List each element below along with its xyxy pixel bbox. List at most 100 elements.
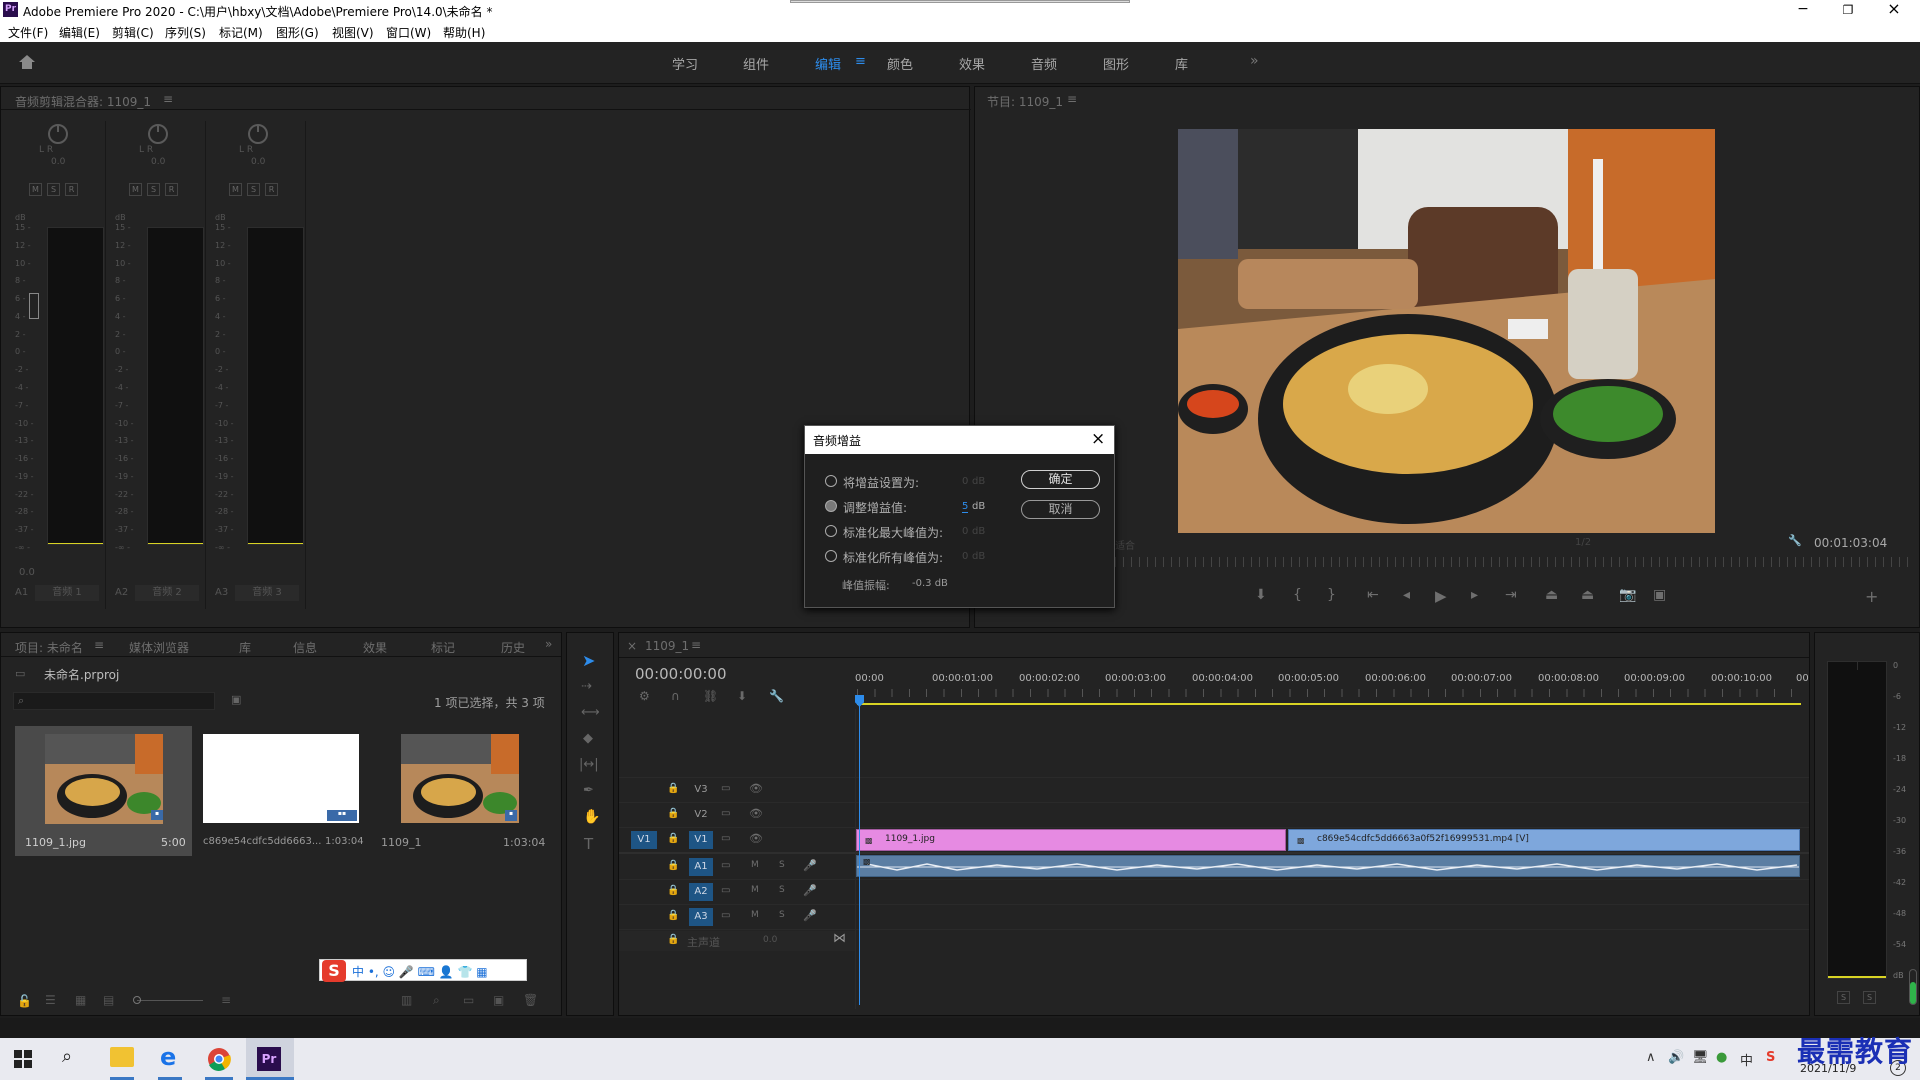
lock-icon[interactable]: 🔒 xyxy=(667,833,679,844)
menu-window[interactable]: 窗口(W) xyxy=(386,24,431,41)
type-tool-icon[interactable]: T xyxy=(584,835,593,853)
normalize-max-value[interactable]: 0 xyxy=(962,526,968,537)
meter-solo-left-button[interactable]: S xyxy=(1837,991,1850,1004)
tab-project[interactable]: 项目: 未命名 xyxy=(15,639,83,656)
search-icon[interactable]: ⌕ xyxy=(62,1046,72,1067)
track-label-a1[interactable]: A1 xyxy=(689,858,713,876)
restore-icon[interactable]: ❐ xyxy=(1840,0,1856,20)
menu-graphics[interactable]: 图形(G) xyxy=(276,24,319,41)
project-item-sequence[interactable]: ▪ 1109_1 1:03:04 xyxy=(375,726,552,856)
automate-icon[interactable]: ▥ xyxy=(401,993,412,1007)
more-tabs-icon[interactable]: » xyxy=(545,637,552,651)
premiere-taskbar-button[interactable]: Pr xyxy=(246,1038,294,1080)
project-menu-icon[interactable]: ≡ xyxy=(94,638,104,652)
pan-knob-icon[interactable] xyxy=(247,123,269,145)
minimize-icon[interactable]: − xyxy=(1795,0,1811,20)
linked-selection-icon[interactable]: ⛓ xyxy=(703,689,718,703)
radio-adjust-gain[interactable] xyxy=(825,500,837,512)
record-button[interactable]: R xyxy=(265,183,278,196)
step-forward-icon[interactable]: ▸ xyxy=(1471,587,1478,603)
compare-icon[interactable]: ▣ xyxy=(1653,587,1666,603)
eye-icon[interactable]: 👁 xyxy=(749,832,763,845)
cancel-button[interactable]: 取消 xyxy=(1021,500,1100,519)
pan-knob-icon[interactable] xyxy=(47,123,69,145)
selection-tool-icon[interactable]: ➤ xyxy=(582,651,595,670)
timeline-tab[interactable]: 1109_1 xyxy=(645,639,689,653)
project-item-mp4[interactable]: ▪▪ c869e54cdfc5dd6663... 1:03:04 xyxy=(195,726,372,856)
track-mute-button[interactable]: M xyxy=(751,910,759,920)
meter-scroll-handle[interactable] xyxy=(1909,969,1917,1005)
adjust-gain-value[interactable]: 5 xyxy=(962,501,969,513)
go-to-end-icon[interactable]: ⋈ xyxy=(833,931,846,946)
track-solo-button[interactable]: S xyxy=(779,885,785,895)
radio-normalize-all[interactable] xyxy=(825,550,837,562)
sync-lock-icon[interactable]: ▭ xyxy=(721,808,730,819)
write-protect-icon[interactable]: 🔓 xyxy=(17,994,32,1008)
hand-tool-icon[interactable]: ✋ xyxy=(583,809,600,825)
eye-icon[interactable]: 👁 xyxy=(749,782,763,795)
step-back-icon[interactable]: ◂ xyxy=(1403,587,1410,603)
track-select-tool-icon[interactable]: ⇢ xyxy=(581,679,592,694)
lock-icon[interactable]: 🔒 xyxy=(667,934,679,945)
meter-solo-right-button[interactable]: S xyxy=(1863,991,1876,1004)
file-explorer-icon[interactable] xyxy=(110,1047,134,1067)
source-patch-v1[interactable]: V1 xyxy=(631,831,657,849)
chrome-icon[interactable] xyxy=(207,1047,231,1071)
tab-markers[interactable]: 标记 xyxy=(431,639,455,656)
tab-info[interactable]: 信息 xyxy=(293,639,317,656)
ime-toolbar[interactable]: S 中 •, ☺ 🎤 ⌨ 👤 👕 ▦ xyxy=(319,959,527,982)
radio-normalize-max[interactable] xyxy=(825,525,837,537)
record-button[interactable]: R xyxy=(65,183,78,196)
workspace-graphics[interactable]: 图形 xyxy=(1103,54,1129,73)
workspace-audio[interactable]: 音频 xyxy=(1031,54,1057,73)
workspace-libraries[interactable]: 库 xyxy=(1175,54,1188,73)
mute-button[interactable]: M xyxy=(229,183,242,196)
add-marker-icon[interactable]: ⬇ xyxy=(737,689,747,703)
solo-button[interactable]: S xyxy=(247,183,260,196)
slip-tool-icon[interactable]: |↔| xyxy=(579,757,599,772)
menu-view[interactable]: 视图(V) xyxy=(332,24,374,41)
edge-icon[interactable]: e xyxy=(160,1043,176,1071)
menu-sequence[interactable]: 序列(S) xyxy=(165,24,206,41)
workspace-menu-icon[interactable]: ≡ xyxy=(855,54,866,69)
lock-icon[interactable]: 🔒 xyxy=(667,885,679,896)
ime-tools[interactable]: 中 •, ☺ 🎤 ⌨ 👤 👕 ▦ xyxy=(352,963,488,980)
ripple-edit-tool-icon[interactable]: ⟷ xyxy=(581,705,600,720)
new-item-icon[interactable]: ▣ xyxy=(493,993,504,1007)
timeline-menu-icon[interactable]: ≡ xyxy=(691,638,701,652)
sync-lock-icon[interactable]: ▭ xyxy=(721,910,730,921)
menu-edit[interactable]: 编辑(E) xyxy=(59,24,100,41)
sogou-logo-icon[interactable]: S xyxy=(322,960,346,982)
lock-icon[interactable]: 🔒 xyxy=(667,808,679,819)
add-button-icon[interactable]: + xyxy=(1865,587,1878,606)
project-item-1109-jpg[interactable]: ▪ 1109_1.jpg 5:00 xyxy=(15,726,192,856)
clip-mp4-audio[interactable]: ▩ xyxy=(856,855,1800,877)
solo-button[interactable]: S xyxy=(47,183,60,196)
tray-chevron-icon[interactable]: ∧ xyxy=(1646,1050,1656,1065)
normalize-all-value[interactable]: 0 xyxy=(962,551,968,562)
trash-icon[interactable]: 🗑 xyxy=(523,993,538,1007)
extract-icon[interactable]: ⏏ xyxy=(1581,587,1594,603)
track-mute-button[interactable]: M xyxy=(751,860,759,870)
sync-lock-icon[interactable]: ▭ xyxy=(721,885,730,896)
track-solo-button[interactable]: S xyxy=(779,910,785,920)
razor-tool-icon[interactable]: ◆ xyxy=(583,731,593,746)
go-to-in-icon[interactable]: ⇤ xyxy=(1367,587,1379,603)
list-view-icon[interactable]: ☰ xyxy=(45,993,56,1007)
lock-icon[interactable]: 🔒 xyxy=(667,860,679,871)
voiceover-mic-icon[interactable]: 🎤 xyxy=(803,859,817,872)
workspace-color[interactable]: 颜色 xyxy=(887,54,913,73)
tray-app-icon[interactable]: ● xyxy=(1716,1050,1727,1065)
sort-icon[interactable]: ≡ xyxy=(221,993,231,1007)
project-search-input[interactable]: ⌕ xyxy=(13,692,215,710)
lock-icon[interactable]: 🔒 xyxy=(667,783,679,794)
nest-icon[interactable]: ⚙ xyxy=(639,689,650,703)
home-icon[interactable] xyxy=(18,54,36,70)
solo-button[interactable]: S xyxy=(147,183,160,196)
clip-mp4-video[interactable]: ▩ c869e54cdfc5dd6663a0f52f16999531.mp4 [… xyxy=(1288,829,1800,851)
workspace-learn[interactable]: 学习 xyxy=(672,54,698,73)
timeline-timecode[interactable]: 00:00:00:00 xyxy=(635,665,727,683)
add-marker-icon[interactable]: ⬇ xyxy=(1255,587,1267,603)
lock-icon[interactable]: 🔒 xyxy=(667,910,679,921)
workspace-effects[interactable]: 效果 xyxy=(959,54,985,73)
